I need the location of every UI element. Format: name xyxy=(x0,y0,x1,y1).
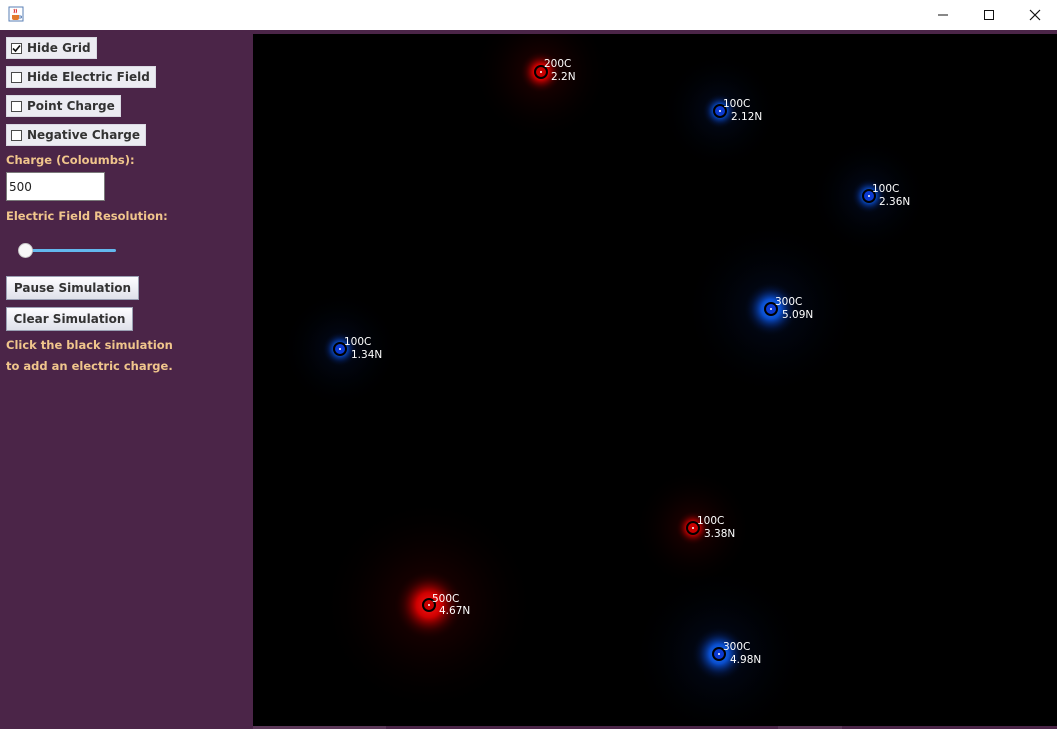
charge-force-label: 2.2N xyxy=(551,71,576,83)
simulation-canvas[interactable]: 200C 2.2N 100C 2.12N 100C 2.36N 300C 5.0… xyxy=(253,34,1057,726)
charge-value-label: 300C xyxy=(723,641,750,653)
hide-electric-field-label: Hide Electric Field xyxy=(27,70,150,84)
resolution-label: Electric Field Resolution: xyxy=(6,209,168,223)
charge-value-label: 100C xyxy=(344,336,371,348)
charge-value-label: 500C xyxy=(432,593,459,605)
charge-center xyxy=(719,110,721,112)
minimize-button[interactable] xyxy=(920,0,966,30)
charge-label: Charge (Coloumbs): xyxy=(6,153,135,167)
charge-value-label: 100C xyxy=(697,515,724,527)
checkbox-box[interactable] xyxy=(11,42,22,54)
clear-simulation-button[interactable]: Clear Simulation xyxy=(6,307,133,331)
negative-charge-checkbox[interactable]: Negative Charge xyxy=(6,124,146,146)
charge-force-label: 4.67N xyxy=(439,605,470,617)
charge-force-label: 2.12N xyxy=(731,111,762,123)
charge-center xyxy=(868,195,870,197)
point-charge-checkbox[interactable]: Point Charge xyxy=(6,95,121,117)
charge-center xyxy=(770,308,772,310)
resolution-slider-thumb[interactable] xyxy=(18,243,33,258)
charge-value-label: 100C xyxy=(723,98,750,110)
charge-center xyxy=(339,348,341,350)
checkbox-box[interactable] xyxy=(11,129,22,141)
java-cup-icon xyxy=(8,6,24,22)
charge-center xyxy=(428,604,430,606)
point-charge-label: Point Charge xyxy=(27,99,115,113)
pause-simulation-button[interactable]: Pause Simulation xyxy=(6,276,139,300)
charge-input[interactable] xyxy=(6,172,105,201)
charge-force-label: 1.34N xyxy=(351,349,382,361)
hint-line-2: to add an electric charge. xyxy=(6,359,173,373)
charge-value-label: 300C xyxy=(775,296,802,308)
charge-value-label: 100C xyxy=(872,183,899,195)
maximize-icon xyxy=(983,6,995,25)
charge-force-label: 2.36N xyxy=(879,196,910,208)
charge-center xyxy=(692,527,694,529)
simulation-drawing: 200C 2.2N 100C 2.12N 100C 2.36N 300C 5.0… xyxy=(280,34,929,726)
hide-grid-checkbox[interactable]: Hide Grid xyxy=(6,37,97,59)
negative-charge-label: Negative Charge xyxy=(27,128,140,142)
checkbox-box[interactable] xyxy=(11,100,22,112)
hint-line-1: Click the black simulation xyxy=(6,338,173,352)
charge-force-label: 4.98N xyxy=(730,654,761,666)
close-button[interactable] xyxy=(1012,0,1057,30)
maximize-button[interactable] xyxy=(966,0,1012,30)
charge-center xyxy=(718,653,720,655)
charge-force-label: 5.09N xyxy=(782,309,813,321)
charge-force-label: 3.38N xyxy=(704,528,735,540)
checkbox-box[interactable] xyxy=(11,71,22,83)
title-bar xyxy=(0,0,1057,30)
resolution-slider-track[interactable] xyxy=(26,249,116,252)
close-icon xyxy=(1029,6,1041,25)
hide-grid-label: Hide Grid xyxy=(27,41,91,55)
minimize-icon xyxy=(937,6,949,25)
charge-value-label: 200C xyxy=(544,58,571,70)
hide-electric-field-checkbox[interactable]: Hide Electric Field xyxy=(6,66,156,88)
charge-center xyxy=(540,71,542,73)
